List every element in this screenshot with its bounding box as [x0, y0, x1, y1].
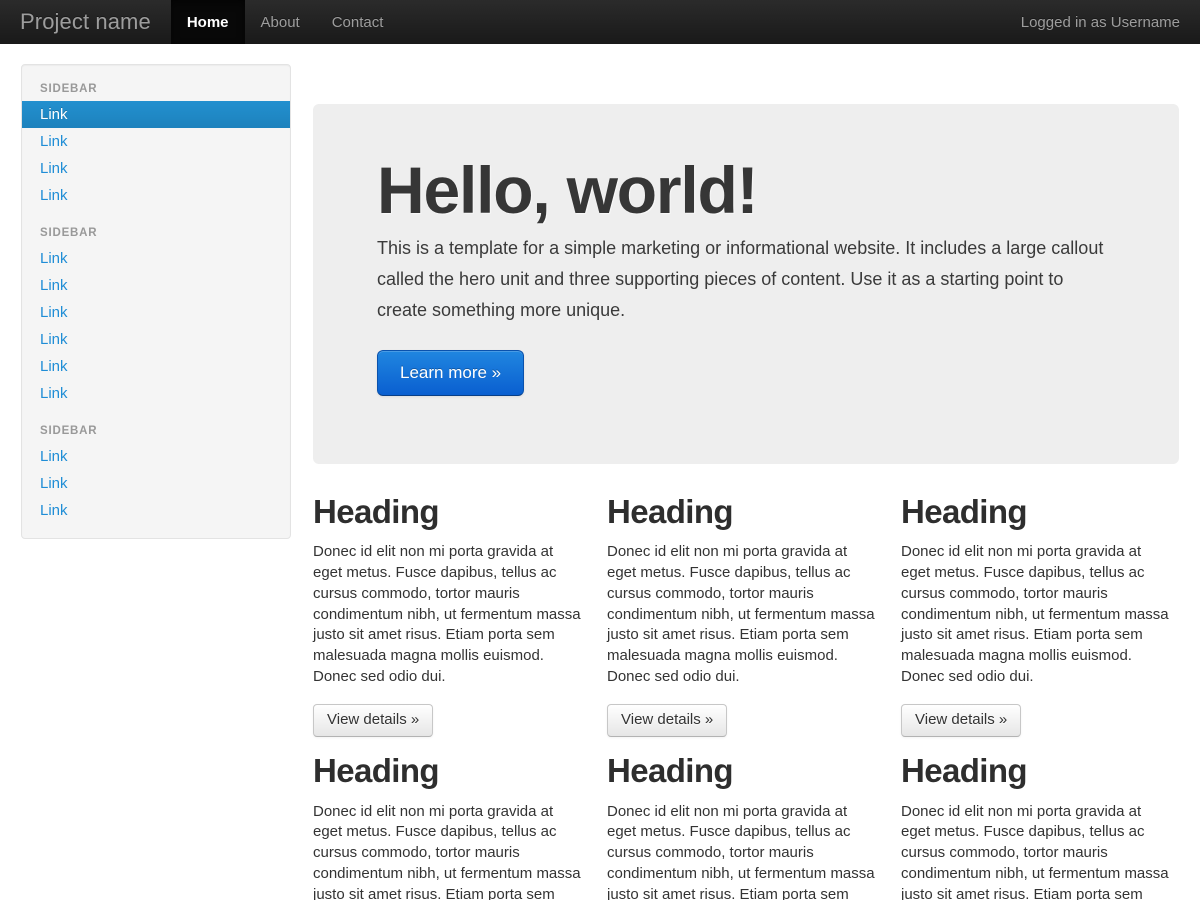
feature-row-2: Heading Donec id elit non mi porta gravi…: [313, 753, 1179, 900]
feature-body-text: Donec id elit non mi porta gravida at eg…: [313, 802, 583, 900]
sidebar-item-link-3-1[interactable]: Link: [22, 443, 290, 470]
feature-row-1: Heading Donec id elit non mi porta gravi…: [313, 494, 1179, 737]
feature-column-1: Heading Donec id elit non mi porta gravi…: [313, 494, 583, 737]
feature-heading: Heading: [313, 494, 583, 530]
top-navbar: Project name Home About Contact Logged i…: [0, 0, 1200, 44]
feature-body-text: Donec id elit non mi porta gravida at eg…: [607, 802, 877, 900]
feature-column-4: Heading Donec id elit non mi porta gravi…: [313, 753, 583, 900]
feature-body-text: Donec id elit non mi porta gravida at eg…: [901, 542, 1171, 688]
sidebar-item-link-1-4[interactable]: Link: [22, 182, 290, 209]
hero-title: Hello, world!: [377, 156, 1119, 225]
hero-unit: Hello, world! This is a template for a s…: [313, 104, 1179, 464]
feature-heading: Heading: [901, 753, 1171, 789]
user-status-label[interactable]: Logged in as Username: [1001, 0, 1200, 44]
sidebar-group-header-3: SIDEBAR: [22, 407, 290, 443]
feature-column-5: Heading Donec id elit non mi porta gravi…: [607, 753, 877, 900]
view-details-button[interactable]: View details »: [313, 704, 433, 738]
sidebar-item-link-1-3[interactable]: Link: [22, 155, 290, 182]
feature-heading: Heading: [607, 753, 877, 789]
main-content: Hello, world! This is a template for a s…: [313, 44, 1179, 900]
nav-item-about[interactable]: About: [245, 0, 316, 44]
learn-more-button[interactable]: Learn more »: [377, 350, 524, 396]
sidebar-item-link-2-3[interactable]: Link: [22, 299, 290, 326]
sidebar-item-link-3-3[interactable]: Link: [22, 497, 290, 524]
feature-body-text: Donec id elit non mi porta gravida at eg…: [901, 802, 1171, 900]
nav-item-contact[interactable]: Contact: [316, 0, 400, 44]
feature-heading: Heading: [313, 753, 583, 789]
sidebar-item-link-1-1[interactable]: Link: [22, 101, 290, 128]
sidebar-item-link-2-5[interactable]: Link: [22, 353, 290, 380]
view-details-button[interactable]: View details »: [607, 704, 727, 738]
view-details-button[interactable]: View details »: [901, 704, 1021, 738]
feature-column-3: Heading Donec id elit non mi porta gravi…: [901, 494, 1171, 737]
sidebar-item-link-1-2[interactable]: Link: [22, 128, 290, 155]
hero-body-text: This is a template for a simple marketin…: [377, 233, 1117, 326]
feature-heading: Heading: [901, 494, 1171, 530]
nav-item-home[interactable]: Home: [171, 0, 245, 44]
sidebar-group-header-2: SIDEBAR: [22, 209, 290, 245]
feature-column-6: Heading Donec id elit non mi porta gravi…: [901, 753, 1171, 900]
sidebar-group-header-1: SIDEBAR: [22, 65, 290, 101]
sidebar-item-link-2-1[interactable]: Link: [22, 245, 290, 272]
feature-body-text: Donec id elit non mi porta gravida at eg…: [607, 542, 877, 688]
sidebar-item-link-2-4[interactable]: Link: [22, 326, 290, 353]
feature-column-2: Heading Donec id elit non mi porta gravi…: [607, 494, 877, 737]
sidebar-item-link-2-6[interactable]: Link: [22, 380, 290, 407]
sidebar-item-link-3-2[interactable]: Link: [22, 470, 290, 497]
feature-body-text: Donec id elit non mi porta gravida at eg…: [313, 542, 583, 688]
feature-heading: Heading: [607, 494, 877, 530]
sidebar: SIDEBAR Link Link Link Link SIDEBAR Link…: [21, 64, 291, 539]
primary-nav: Home About Contact: [171, 0, 400, 44]
brand-title[interactable]: Project name: [0, 0, 171, 44]
sidebar-item-link-2-2[interactable]: Link: [22, 272, 290, 299]
